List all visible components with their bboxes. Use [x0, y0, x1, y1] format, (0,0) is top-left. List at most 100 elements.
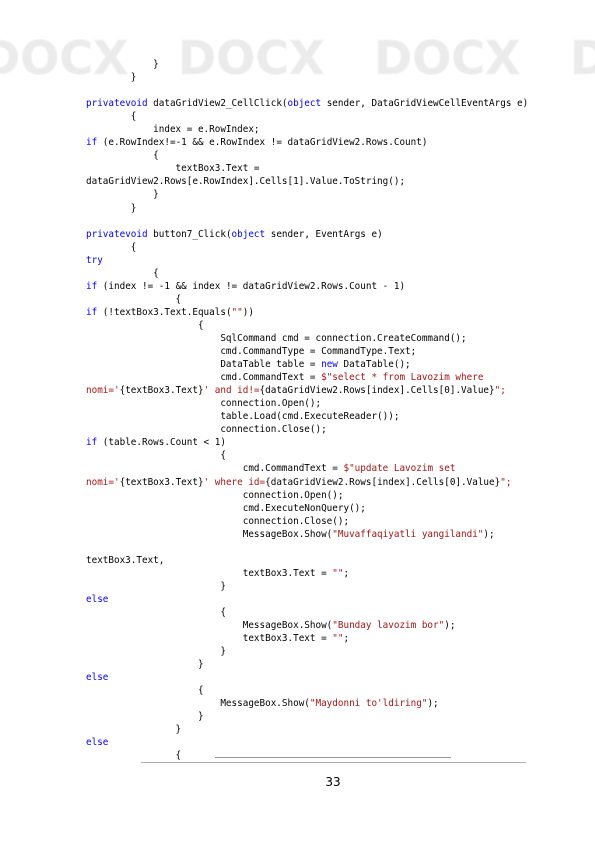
- code-line: }: [86, 71, 586, 84]
- code-text: sender, DataGridViewCellEventArgs e): [321, 98, 529, 110]
- code-string: $"update Lavozim set: [343, 463, 456, 475]
- code-text: DataTable();: [337, 359, 411, 371]
- code-text: MessageBox.Show(: [86, 528, 333, 540]
- code-line: connection.Open();: [86, 489, 586, 502]
- code-text: }: [86, 724, 182, 736]
- code-text: textBox3.Text =: [86, 163, 260, 175]
- code-text: connection.Open();: [86, 398, 322, 410]
- code-keyword: private: [86, 228, 126, 240]
- code-keyword: else: [86, 672, 109, 684]
- code-line: textBox3.Text,: [86, 554, 586, 567]
- code-text: connection.Open();: [86, 489, 344, 501]
- page-number: 33: [325, 775, 341, 789]
- code-line: index = e.RowIndex;: [86, 123, 586, 136]
- code-line: {: [86, 749, 586, 762]
- code-keyword: object: [231, 228, 266, 240]
- code-keyword: void: [125, 228, 148, 240]
- code-line: table.Load(cmd.ExecuteReader());: [86, 410, 586, 423]
- code-text: MessageBox.Show(: [86, 698, 310, 710]
- code-keyword: new: [321, 359, 338, 371]
- code-text: cmd.CommandText =: [86, 463, 344, 475]
- code-line: SqlCommand cmd = connection.CreateComman…: [86, 332, 586, 345]
- code-line: else: [86, 736, 586, 749]
- code-line: {: [86, 293, 586, 306]
- code-keyword: if: [86, 137, 98, 149]
- code-line: }: [86, 645, 586, 658]
- code-line: textBox3.Text = "";: [86, 632, 586, 645]
- code-text: );: [483, 528, 495, 540]
- code-text: sender, EventArgs e): [265, 228, 383, 240]
- code-text: connection.Close();: [86, 424, 327, 436]
- code-string: ";: [500, 476, 512, 488]
- code-text: table.Load(cmd.ExecuteReader());: [86, 411, 400, 423]
- code-line: }: [86, 723, 586, 736]
- code-line: {: [86, 267, 586, 280]
- code-line: }: [86, 188, 586, 201]
- code-string: "": [332, 567, 344, 579]
- code-text: cmd.CommandType = CommandType.Text;: [86, 346, 417, 358]
- code-line: nomi='{textBox3.Text}' where id={dataGri…: [86, 476, 586, 489]
- code-text: (!textBox3.Text.Equals(: [97, 306, 232, 318]
- code-keyword: try: [86, 254, 103, 266]
- code-line: if (!textBox3.Text.Equals("")): [86, 306, 586, 319]
- code-line: if (index != -1 && index != dataGridView…: [86, 280, 586, 293]
- code-text: }: [86, 202, 137, 214]
- code-text: {: [86, 111, 137, 123]
- code-string: ";: [494, 385, 506, 397]
- code-string: ' where id=: [203, 476, 266, 488]
- code-line: {: [86, 241, 586, 254]
- code-line: try: [86, 254, 586, 267]
- code-line: nomi='{textBox3.Text}' and id!={dataGrid…: [86, 384, 586, 397]
- code-line: MessageBox.Show("Muvaffaqiyatli yangilan…: [86, 528, 586, 541]
- code-string: "Maydonni to'ldiring": [309, 698, 428, 710]
- code-keyword: object: [287, 98, 322, 110]
- code-text: {: [86, 450, 226, 462]
- code-line: }: [86, 58, 586, 71]
- code-text: MessageBox.Show(: [86, 620, 333, 632]
- code-text: {: [86, 606, 226, 618]
- code-line: textBox3.Text = "";: [86, 567, 586, 580]
- code-string: "": [332, 633, 344, 645]
- code-text: SqlCommand cmd = connection.CreateComman…: [86, 332, 467, 344]
- code-line: cmd.CommandText = $"update Lavozim set: [86, 462, 586, 475]
- code-line: {: [86, 319, 586, 332]
- code-text: (table.Rows.Count < 1): [97, 437, 226, 449]
- code-text: (index != -1 && index != dataGridView2.R…: [97, 280, 406, 292]
- code-text: }: [86, 59, 159, 70]
- code-text: cmd.CommandText =: [86, 372, 322, 384]
- text-underline-mark: [215, 757, 451, 758]
- code-string: ' and id!=: [203, 385, 260, 397]
- code-line: {: [86, 684, 586, 697]
- code-text: {dataGridView2.Rows[index].Cells[0].Valu…: [259, 385, 495, 397]
- code-line: {: [86, 606, 586, 619]
- code-text: }: [86, 711, 204, 723]
- code-line: else: [86, 671, 586, 684]
- code-line: privatevoid dataGridView2_CellClick(obje…: [86, 97, 586, 110]
- code-string: "Muvaffaqiyatli yangilandi": [332, 528, 484, 540]
- code-text: {: [86, 241, 137, 253]
- code-line: cmd.CommandType = CommandType.Text;: [86, 345, 586, 358]
- code-text: {dataGridView2.Rows[index].Cells[0].Valu…: [265, 476, 501, 488]
- code-line: cmd.ExecuteNonQuery();: [86, 502, 586, 515]
- code-text: button7_Click(: [147, 228, 232, 240]
- code-text: {: [86, 267, 159, 279]
- code-line: dataGridView2.Rows[e.RowIndex].Cells[1].…: [86, 175, 586, 188]
- code-line: MessageBox.Show("Bunday lavozim bor");: [86, 619, 586, 632]
- code-line: connection.Close();: [86, 515, 586, 528]
- code-text: {textBox3.Text}: [119, 385, 204, 397]
- code-text: textBox3.Text,: [86, 554, 165, 566]
- footer-divider: [141, 762, 526, 763]
- code-line: DataTable table = new DataTable();: [86, 358, 586, 371]
- code-string: "Bunday lavozim bor": [332, 620, 445, 632]
- code-text: {: [86, 750, 182, 762]
- code-text: }: [86, 659, 204, 671]
- code-keyword: private: [86, 98, 126, 110]
- code-text: );: [427, 698, 439, 710]
- code-keyword: else: [86, 593, 109, 605]
- code-text: }: [86, 580, 226, 592]
- code-line: if (e.RowIndex!=-1 && e.RowIndex != data…: [86, 136, 586, 149]
- code-text: ;: [343, 633, 350, 645]
